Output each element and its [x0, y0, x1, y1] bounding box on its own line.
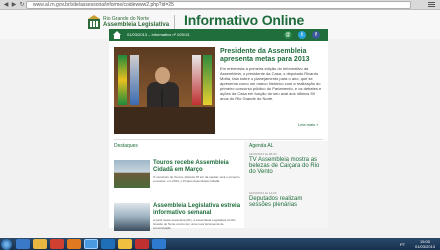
os-taskbar: [0, 238, 440, 250]
media-app-icon[interactable]: [50, 239, 64, 249]
logo-line2: Assembleia Legislativa: [103, 22, 170, 28]
browser-toolbar: ◀ ▶ ↻ www.al.rn.gov.br/site/assessoria/i…: [0, 0, 440, 10]
main-story-photo[interactable]: [114, 47, 215, 134]
destaque-text: A partir desta sexta-feira (01), a Assem…: [153, 218, 236, 230]
edition-label: 01/03/2013 – Informativo nº 025/13: [127, 32, 190, 37]
destaque-text: O município de Touros, distante 87 km da…: [153, 175, 240, 183]
back-icon[interactable]: ◀: [2, 1, 10, 9]
explorer-app-icon[interactable]: [118, 239, 132, 249]
agenda-date: 01/03/2013 às 14:00: [249, 191, 277, 195]
acrobat-app-icon[interactable]: [135, 239, 149, 249]
facebook-icon[interactable]: f: [312, 31, 320, 39]
reload-icon[interactable]: ↻: [18, 1, 26, 9]
home-icon[interactable]: [113, 31, 121, 39]
agenda-heading: Agenda AL: [249, 143, 274, 149]
header-divider: [174, 15, 175, 29]
firefox-app-icon[interactable]: [67, 239, 81, 249]
destaque-title[interactable]: Assembleia Legislativa estreia informati…: [153, 203, 241, 217]
word-app-icon[interactable]: [101, 239, 115, 249]
browser-menu-icon[interactable]: [428, 2, 435, 8]
start-button-icon[interactable]: [1, 239, 12, 250]
page: Rio Grande do Norte Assembleia Legislati…: [0, 10, 440, 238]
section-divider: [114, 139, 323, 140]
clock-date: 01/03/2013: [415, 244, 436, 249]
destaque-image[interactable]: [114, 203, 150, 231]
destaque-title[interactable]: Touros recebe Assembleia Cidadã em Março: [153, 160, 241, 174]
chrome-app-icon[interactable]: [84, 239, 98, 249]
assembly-logo-icon[interactable]: [88, 15, 100, 29]
address-bar[interactable]: www.al.rn.gov.br/site/assessoria/informe…: [26, 1, 411, 9]
main-story-summary: Em entrevista a primeira edição do Infor…: [220, 66, 322, 101]
twitter-icon[interactable]: t: [298, 31, 306, 39]
forward-icon[interactable]: ▶: [10, 1, 18, 9]
main-story-title[interactable]: Presidente da Assembleia apresenta metas…: [220, 48, 325, 64]
agenda-title[interactable]: TV Assembleia mostra as belezas de Caiça…: [249, 157, 325, 175]
site-title: Informativo Online: [184, 12, 305, 28]
language-indicator[interactable]: PT: [400, 242, 405, 247]
read-more-link[interactable]: Leia mais »: [298, 122, 318, 127]
agenda-date: 01/03/2013 às 08:00: [249, 152, 277, 156]
destaques-heading: Destaques: [114, 143, 138, 149]
system-tray: PT 15:00 01/03/2013: [400, 239, 440, 249]
photoshop-app-icon[interactable]: [152, 239, 166, 249]
destaque-image[interactable]: [114, 160, 150, 188]
agenda-title[interactable]: Deputados realizam sessões plenárias: [249, 196, 325, 208]
email-icon[interactable]: @: [284, 31, 292, 39]
folder-app-icon[interactable]: [33, 239, 47, 249]
ie-app-icon[interactable]: [16, 239, 30, 249]
